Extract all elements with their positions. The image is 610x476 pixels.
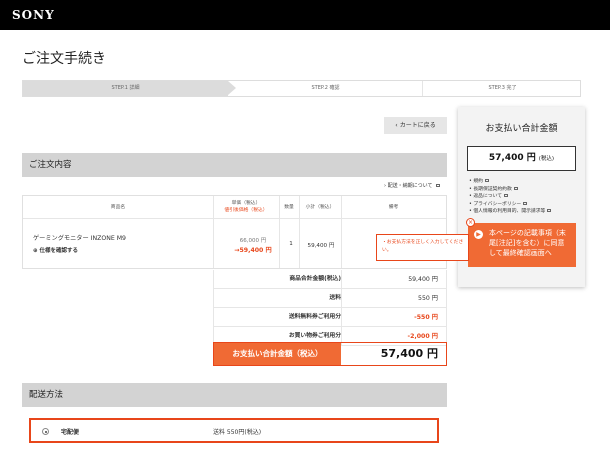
returns-link[interactable]: 返品について xyxy=(469,193,551,201)
total-row: お支払い合計金額（税込） 57,400 円 xyxy=(213,342,447,366)
privacy-link-label: プライバシーポリシー xyxy=(473,201,522,207)
summary-value: 59,400 円 xyxy=(408,276,438,283)
step-complete: STEP.3 完了 xyxy=(488,85,517,91)
privacy-link[interactable]: プライバシーポリシー xyxy=(469,201,551,209)
delivery-info-link[interactable]: › 配送・納期について xyxy=(384,182,441,189)
delivery-info-label: 配送・納期について xyxy=(387,183,433,189)
summary-table: 商品合計金額(税込) 59,400 円 送料 550 円 送料無料券ご利用分 -… xyxy=(213,270,447,346)
delivery-section-title: 配送方法 xyxy=(22,383,447,407)
payment-summary-panel: お支払い合計金額 57,400 円(税込) 規約 長期保証契約約款 返品について… xyxy=(458,107,585,287)
total-value: 57,400 円 xyxy=(380,347,438,360)
panel-amount: 57,400 円 xyxy=(488,153,536,163)
delivery-radio[interactable] xyxy=(42,428,49,435)
panel-tax-note: (税込) xyxy=(538,156,555,162)
error-message: ・お支払方法を正しく入力してください。 xyxy=(382,240,464,253)
header-remarks: 備考 xyxy=(388,205,399,210)
step-confirm: STEP.2 確認 xyxy=(311,85,340,91)
panel-amount-box: 57,400 円 (税込) xyxy=(467,146,576,171)
summary-value: 550 円 xyxy=(418,295,438,302)
terms-link[interactable]: 規約 xyxy=(469,178,551,186)
external-link-icon xyxy=(547,209,552,212)
summary-label: 商品合計金額(税込) xyxy=(289,276,341,282)
original-price: 66,000 円 xyxy=(239,238,267,244)
arrow-right-icon: ▶ xyxy=(474,230,483,239)
external-link-icon xyxy=(523,201,528,205)
terms-link-label: 規約 xyxy=(473,179,483,184)
chevron-right-icon: › xyxy=(384,183,386,189)
close-icon[interactable]: × xyxy=(466,218,475,227)
external-link-icon xyxy=(513,186,518,190)
header-subtotal: 小計（税込） xyxy=(305,205,335,210)
warranty-link-label: 長期保証契約約款 xyxy=(473,186,512,192)
quantity: 1 xyxy=(289,241,293,247)
progress-steps: STEP.1 詳細 STEP.2 確認 STEP.3 完了 xyxy=(22,80,581,97)
header-price: 単価（税込） 値引後価格（税込） xyxy=(213,196,279,218)
external-link-icon xyxy=(504,194,508,197)
summary-row: 送料無料券ご利用分 -550 円 xyxy=(213,308,447,327)
header-price-label: 単価（税込） xyxy=(231,201,261,206)
delivery-option[interactable]: 宅配便 送料 550円(税込) xyxy=(29,418,439,443)
product-name: ゲーミングモニター INZONE M9 xyxy=(33,235,126,242)
summary-value: -550 円 xyxy=(414,314,438,321)
external-link-icon xyxy=(484,179,489,182)
header-product: 商品名 xyxy=(110,205,126,210)
table-row-divider xyxy=(23,218,446,219)
back-to-cart-button[interactable]: ‹ カートに戻る xyxy=(384,117,447,134)
discounted-price: →59,400 円 xyxy=(234,247,272,254)
summary-row: 商品合計金額(税込) 59,400 円 xyxy=(213,270,447,289)
spec-link[interactable]: ⊕ 仕様を確認する xyxy=(33,246,78,254)
error-tooltip: ・お支払方法を正しく入力してください。 xyxy=(376,234,469,261)
chevron-left-icon: ‹ xyxy=(395,122,398,129)
agree-and-continue-label: 本ページの記載事項（末尾[注記]を含む）に同意して最終確認画面へ xyxy=(489,229,566,257)
agree-and-continue-button[interactable]: ▶ 本ページの記載事項（末尾[注記]を含む）に同意して最終確認画面へ xyxy=(468,223,576,267)
summary-row: 送料 550 円 xyxy=(213,289,447,308)
header-price-sub: 値引後価格（税込） xyxy=(224,208,268,213)
plus-circle-icon: ⊕ xyxy=(33,248,38,254)
summary-label: 送料無料券ご利用分 xyxy=(288,314,341,320)
back-to-cart-label: カートに戻る xyxy=(399,122,436,129)
spec-link-label: 仕様を確認する xyxy=(39,248,79,254)
external-link-icon xyxy=(436,184,441,187)
top-bar: SONY xyxy=(0,0,610,30)
returns-link-label: 返品について xyxy=(473,194,502,199)
header-qty: 数量 xyxy=(284,205,294,210)
summary-label: 送料 xyxy=(329,295,341,301)
warranty-link[interactable]: 長期保証契約約款 xyxy=(469,186,551,194)
page-title: ご注文手続き xyxy=(22,51,106,67)
step-details: STEP.1 詳細 xyxy=(23,81,228,96)
delivery-option-name: 宅配便 xyxy=(61,429,80,436)
order-section-title: ご注文内容 xyxy=(22,153,447,177)
personal-info-link[interactable]: 個人情報の利用目的、開示請求等 xyxy=(469,208,552,216)
line-subtotal: 59,400 円 xyxy=(307,243,335,249)
personal-info-link-label: 個人情報の利用目的、開示請求等 xyxy=(473,209,546,214)
step-arrow xyxy=(228,81,236,95)
total-label: お支払い合計金額（税込） xyxy=(214,343,341,365)
step-divider xyxy=(413,81,423,96)
panel-links: 規約 長期保証契約約款 返品について プライバシーポリシー 個人情報の利用目的、… xyxy=(469,178,552,216)
panel-title: お支払い合計金額 xyxy=(485,124,558,134)
sony-logo[interactable]: SONY xyxy=(12,8,55,22)
delivery-option-fee: 送料 550円(税込) xyxy=(213,429,262,436)
